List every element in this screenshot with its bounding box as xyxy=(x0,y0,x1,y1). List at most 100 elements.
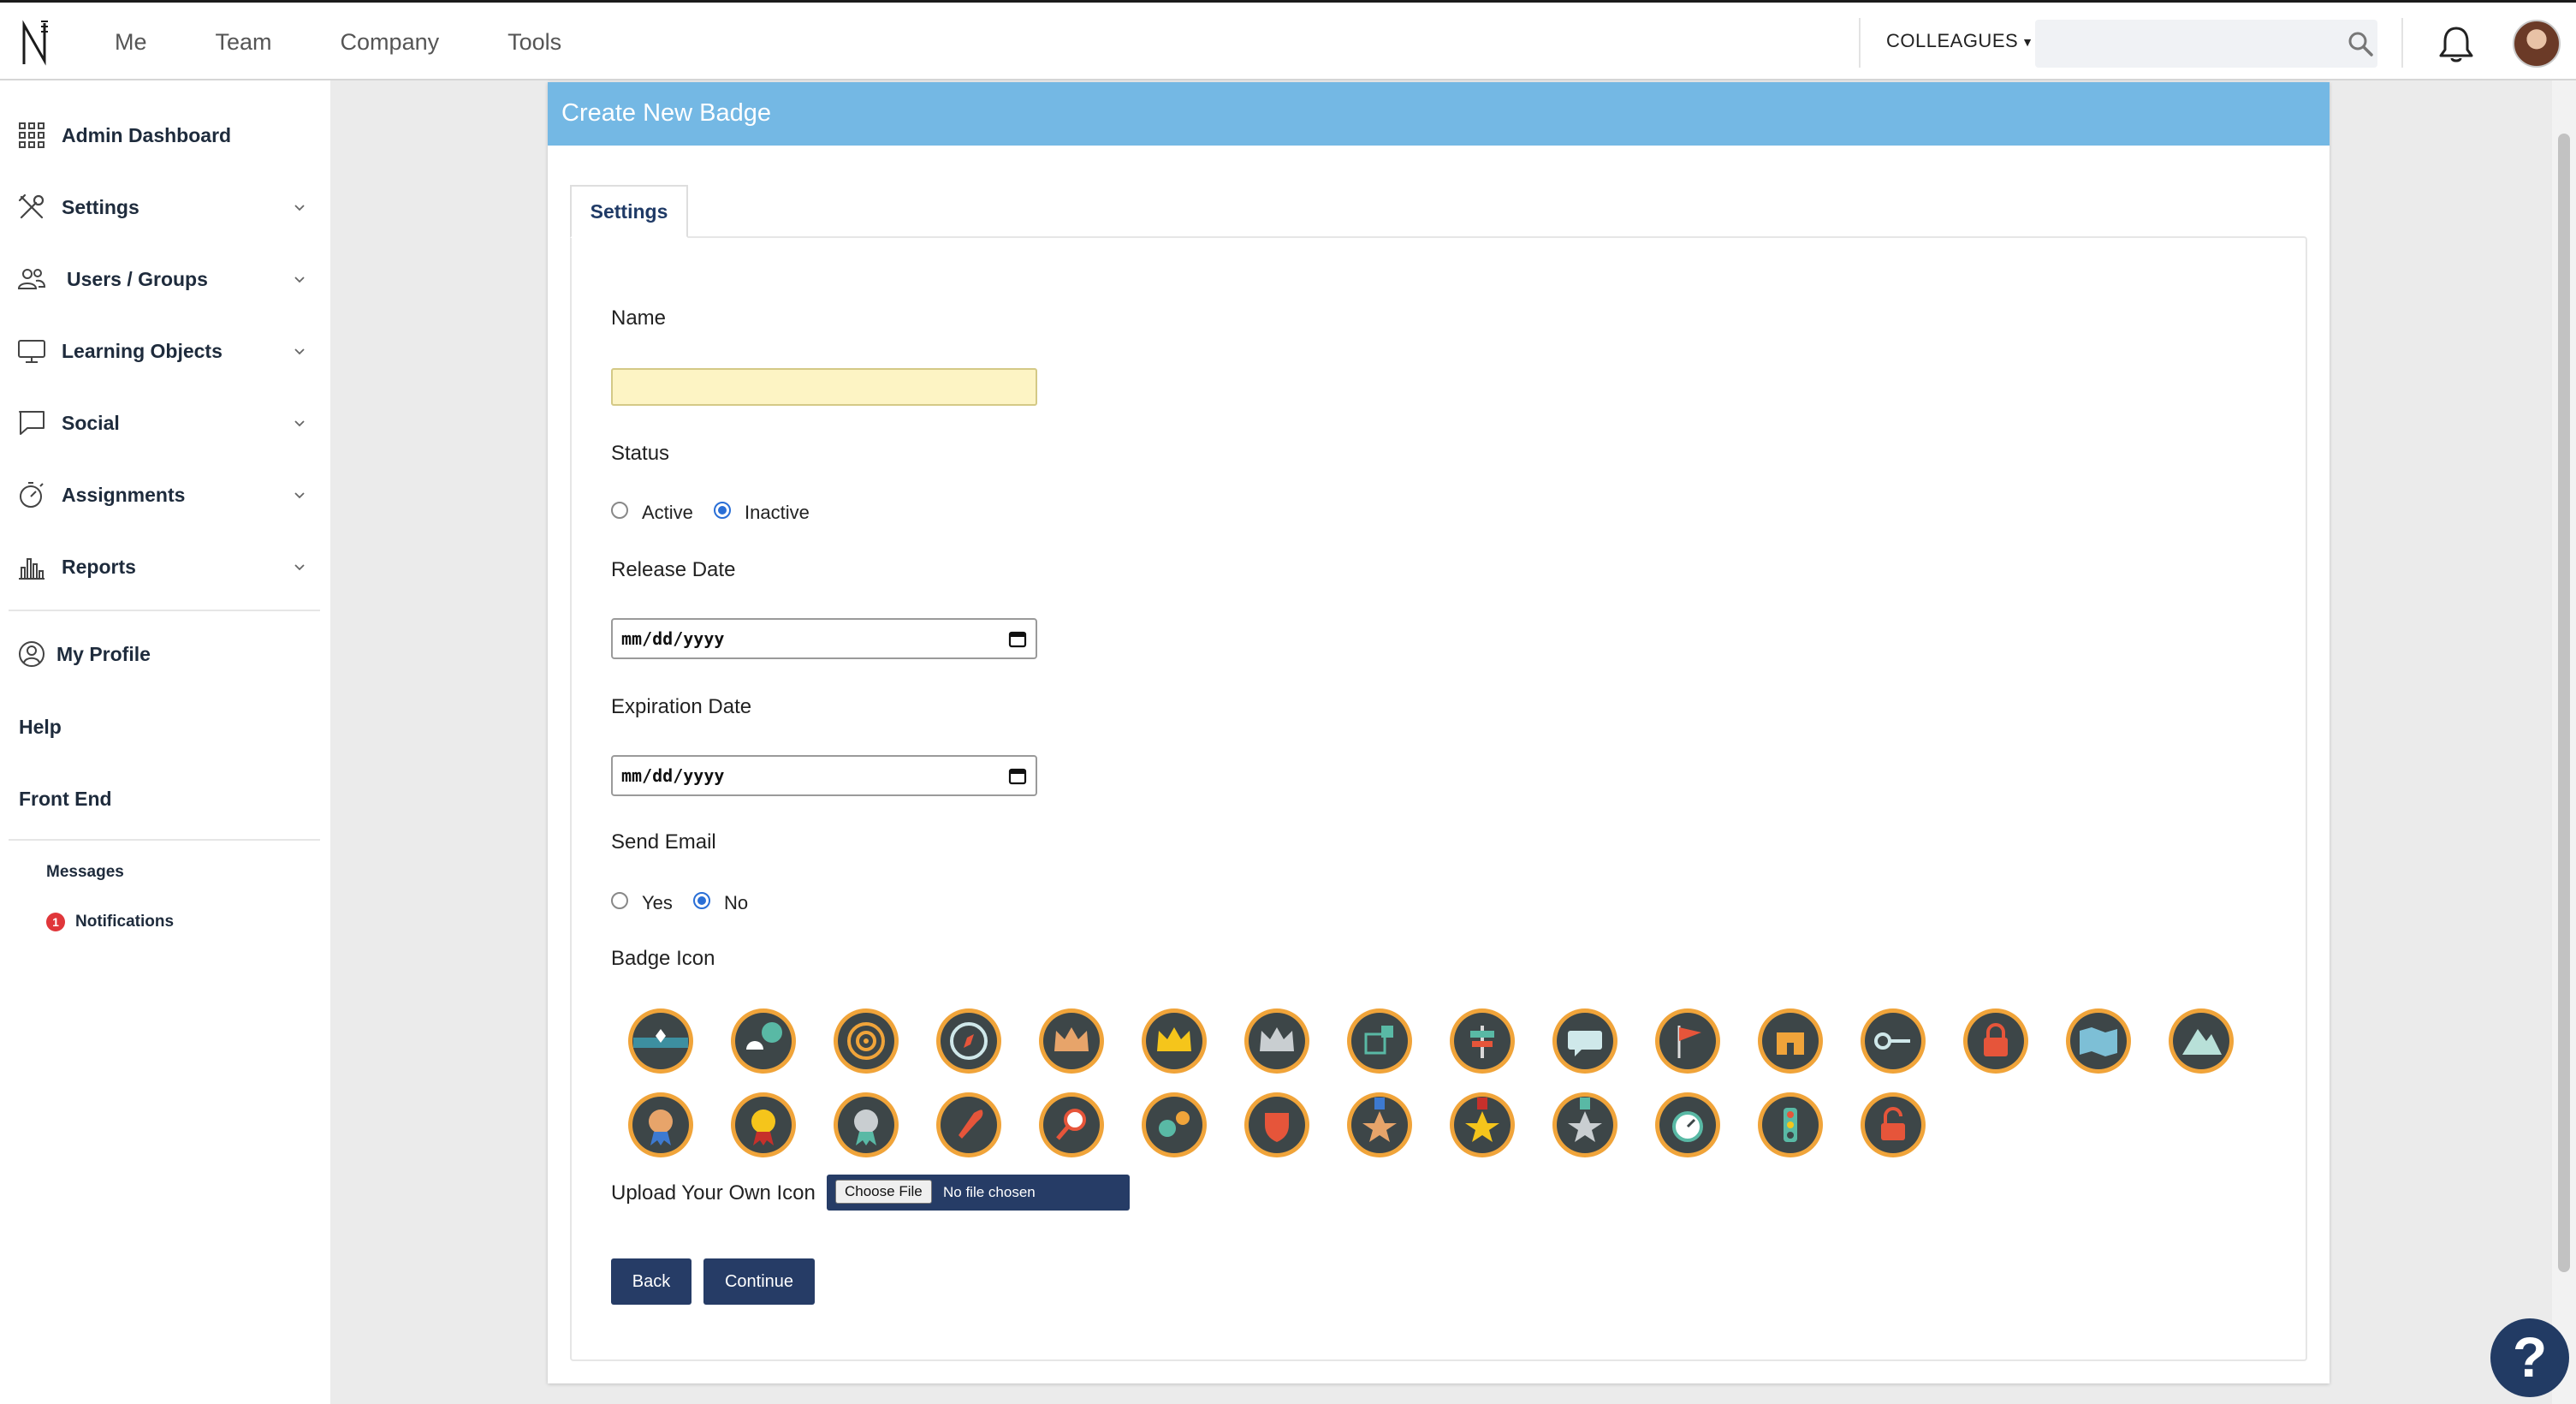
send-email-yes-radio[interactable] xyxy=(611,892,628,909)
sidebar-item-help[interactable]: Help xyxy=(19,716,62,739)
sidebar-item-my-profile[interactable]: My Profile xyxy=(0,628,330,680)
send-email-no-label: No xyxy=(724,892,749,913)
release-date-label: Release Date xyxy=(611,558,736,581)
dice-icon[interactable] xyxy=(1344,1005,1416,1077)
compass-icon[interactable] xyxy=(933,1005,1005,1077)
send-email-yes-label: Yes xyxy=(642,892,673,913)
status-inactive-radio[interactable] xyxy=(714,502,731,519)
target-icon[interactable] xyxy=(830,1005,902,1077)
sidebar-item-notifications[interactable]: Notifications xyxy=(75,913,174,931)
key-icon[interactable] xyxy=(1857,1005,1929,1077)
sidebar-item-users-groups[interactable]: Users / Groups xyxy=(0,253,330,305)
signpost-icon[interactable] xyxy=(1446,1005,1518,1077)
status-label: Status xyxy=(611,442,670,465)
sidebar-item-label: Reports xyxy=(62,555,136,578)
gold-crown-icon[interactable] xyxy=(1138,1005,1210,1077)
user-circle-icon xyxy=(19,641,45,667)
sidebar-item-front-end[interactable]: Front End xyxy=(19,788,112,811)
bronze-medal-icon[interactable] xyxy=(625,1089,697,1161)
chevron-down-icon xyxy=(294,492,305,499)
silver-medal-icon[interactable] xyxy=(830,1089,902,1161)
brand-logo-icon[interactable] xyxy=(19,18,53,69)
chevron-down-icon xyxy=(294,205,305,211)
gold-medal-icon[interactable] xyxy=(727,1089,799,1161)
status-inactive-label: Inactive xyxy=(745,502,810,523)
users-icon xyxy=(17,269,46,289)
colleagues-dropdown[interactable]: COLLEAGUES ▼ xyxy=(1886,30,2034,52)
sidebar-item-admin-dashboard[interactable]: Admin Dashboard xyxy=(0,110,330,161)
sidebar-item-messages[interactable]: Messages xyxy=(46,863,124,882)
chevron-down-icon xyxy=(294,277,305,283)
help-button[interactable]: ? xyxy=(2490,1318,2569,1397)
nav-link-me[interactable]: Me xyxy=(115,29,147,56)
open-padlock-icon[interactable] xyxy=(1857,1089,1929,1161)
page-scrollbar[interactable] xyxy=(2552,80,2576,1404)
padlock-icon[interactable] xyxy=(1960,1005,2032,1077)
bar-chart-icon xyxy=(19,558,45,580)
stopwatch-icon xyxy=(20,482,44,508)
traffic-light-icon[interactable] xyxy=(1754,1089,1826,1161)
sidebar: Admin Dashboard Settings Users / Groups … xyxy=(0,80,330,1404)
nav-link-tools[interactable]: Tools xyxy=(507,29,561,56)
scrollbar-thumb[interactable] xyxy=(2558,134,2570,1272)
status-active-radio[interactable] xyxy=(611,502,628,519)
chat-icon xyxy=(19,411,45,435)
choose-file-button[interactable]: Choose File xyxy=(835,1180,932,1204)
trophy-banner-icon[interactable] xyxy=(625,1005,697,1077)
rocket-icon[interactable] xyxy=(933,1089,1005,1161)
chevron-down-icon xyxy=(294,564,305,571)
gears-icon[interactable] xyxy=(1138,1089,1210,1161)
magnifier-icon[interactable] xyxy=(1036,1089,1107,1161)
treasure-map-icon[interactable] xyxy=(2063,1005,2134,1077)
stopwatch-icon[interactable] xyxy=(1652,1089,1724,1161)
tab-settings[interactable]: Settings xyxy=(570,185,688,238)
avatar[interactable] xyxy=(2513,20,2561,68)
nav-divider xyxy=(1859,18,1861,68)
sidebar-item-label: Admin Dashboard xyxy=(62,123,232,146)
lightbulb-cloud-icon[interactable] xyxy=(727,1005,799,1077)
name-input[interactable] xyxy=(611,368,1037,406)
bell-icon[interactable] xyxy=(2437,25,2475,64)
speech-bubble-icon[interactable] xyxy=(1549,1005,1621,1077)
nav-divider xyxy=(2401,18,2403,68)
send-email-no-radio[interactable] xyxy=(693,892,710,909)
upload-icon-file-input[interactable]: Choose File No file chosen xyxy=(827,1175,1130,1211)
nav-link-team[interactable]: Team xyxy=(216,29,272,56)
release-date-value: mm/dd/yyyy xyxy=(621,628,725,649)
release-date-input[interactable]: mm/dd/yyyy xyxy=(611,618,1037,659)
continue-button[interactable]: Continue xyxy=(703,1258,815,1305)
bronze-star-medal-icon[interactable] xyxy=(1344,1089,1416,1161)
sidebar-item-label: Social xyxy=(62,411,120,434)
sidebar-item-assignments[interactable]: Assignments xyxy=(0,469,330,521)
sidebar-item-social[interactable]: Social xyxy=(0,397,330,449)
sidebar-item-reports[interactable]: Reports xyxy=(0,541,330,592)
caret-down-icon: ▼ xyxy=(2021,35,2034,50)
shield-icon[interactable] xyxy=(1241,1089,1313,1161)
tools-icon xyxy=(18,193,45,219)
castle-icon[interactable] xyxy=(1754,1005,1826,1077)
back-button[interactable]: Back xyxy=(611,1258,691,1305)
calendar-icon[interactable] xyxy=(1008,629,1027,648)
mountain-icon[interactable] xyxy=(2165,1005,2237,1077)
sidebar-item-settings[interactable]: Settings xyxy=(0,181,330,233)
expiration-date-input[interactable]: mm/dd/yyyy xyxy=(611,755,1037,796)
bronze-crown-icon[interactable] xyxy=(1036,1005,1107,1077)
name-label: Name xyxy=(611,306,667,330)
sidebar-item-label: My Profile xyxy=(56,642,151,665)
sidebar-divider xyxy=(9,610,320,611)
search-input[interactable] xyxy=(2035,20,2377,68)
panel-title: Create New Badge xyxy=(548,82,2330,146)
nav-link-company[interactable]: Company xyxy=(341,29,440,56)
chevron-down-icon xyxy=(294,420,305,427)
silver-star-medal-icon[interactable] xyxy=(1549,1089,1621,1161)
calendar-icon[interactable] xyxy=(1008,766,1027,785)
sidebar-item-learning-objects[interactable]: Learning Objects xyxy=(0,325,330,377)
search-icon[interactable] xyxy=(2347,30,2374,57)
monitor-icon xyxy=(18,340,45,363)
badge-icon-label: Badge Icon xyxy=(611,947,715,970)
primary-nav: Me Team Company Tools xyxy=(115,3,630,81)
sidebar-item-label: Assignments xyxy=(62,483,186,506)
gold-star-medal-icon[interactable] xyxy=(1446,1089,1518,1161)
silver-crown-icon[interactable] xyxy=(1241,1005,1313,1077)
flag-icon[interactable] xyxy=(1652,1005,1724,1077)
